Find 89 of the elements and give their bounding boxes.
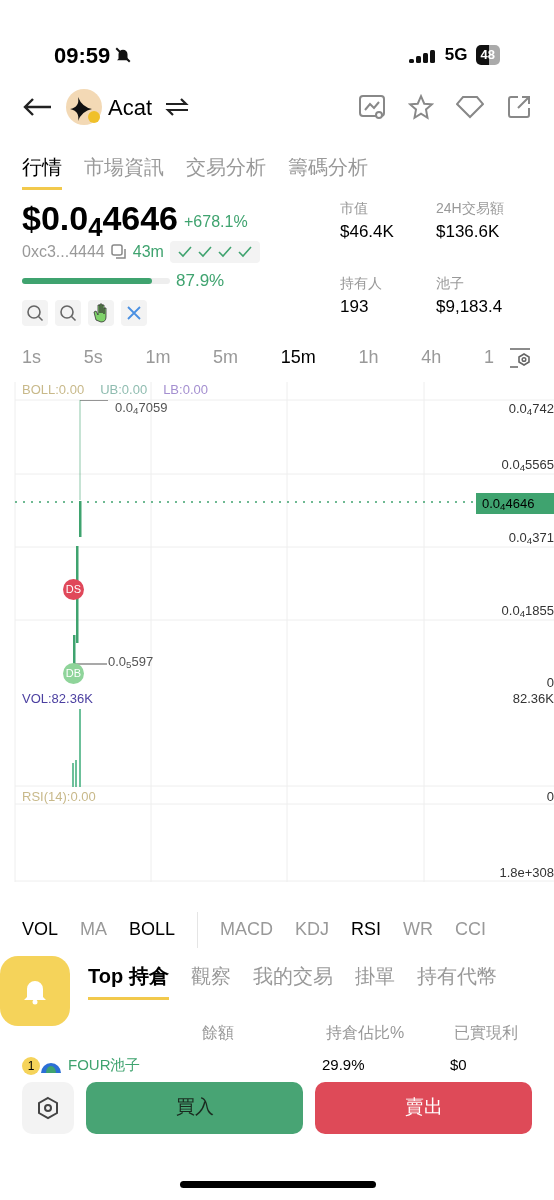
column-header: 餘額 xyxy=(202,1022,235,1043)
settings-icon xyxy=(36,1095,60,1120)
timeframe-tab[interactable]: 15m xyxy=(280,344,316,371)
holder-name: FOUR池子 xyxy=(68,1055,142,1076)
token-avatar-icon xyxy=(66,89,102,125)
volume-axis-label: 82.36K xyxy=(512,689,554,708)
stat-label: 市值 xyxy=(340,199,369,218)
indicator-tab[interactable]: MACD xyxy=(220,916,274,943)
rsi-axis-label: 1.8e+308 xyxy=(499,863,554,882)
column-header: 持倉佔比% xyxy=(326,1022,406,1043)
trade-marker: DB xyxy=(63,662,84,684)
indicator-tab[interactable]: MA xyxy=(80,916,108,943)
section-tab[interactable]: 行情 xyxy=(22,146,62,190)
stat-value: 193 xyxy=(340,295,370,318)
current-price-tag: 0.0$_{4}$4646 xyxy=(476,492,554,514)
diamond-icon[interactable] xyxy=(456,95,484,119)
section-tab[interactable]: 籌碼分析 xyxy=(288,146,368,190)
sell-button[interactable]: 賣出 xyxy=(315,1081,532,1134)
check-icon xyxy=(197,246,212,258)
check-icon xyxy=(217,246,232,258)
timeframe-tab[interactable]: 4h xyxy=(421,344,442,371)
indicator-tab[interactable]: VOL xyxy=(22,916,59,943)
search-icon[interactable] xyxy=(22,299,48,326)
network-type: 5G xyxy=(444,44,468,67)
contract-address: 0xc3...4444 xyxy=(22,242,105,262)
section-tab[interactable]: 市場資訊 xyxy=(84,146,164,190)
x-logo-icon[interactable] xyxy=(121,299,147,326)
holder-share: 29.9% xyxy=(322,1055,366,1076)
rsi-axis-label: 0 xyxy=(546,787,554,806)
column-header: 已實現利 xyxy=(454,1022,518,1043)
price-axis-label: 0.0$_{4}$1855 xyxy=(501,601,554,620)
timeframe-tab[interactable]: 1h xyxy=(358,344,379,371)
hand-icon[interactable] xyxy=(88,299,114,326)
volume-label: VOL:82.36K xyxy=(22,689,93,708)
token-age: 43m xyxy=(132,242,164,262)
timeframe-tab[interactable]: 1 xyxy=(483,344,494,371)
holdings-tab[interactable]: Top 持倉 xyxy=(88,955,169,1000)
check-icon xyxy=(237,246,252,258)
indicator-tab[interactable]: RSI xyxy=(351,916,382,943)
check-icon xyxy=(177,246,192,258)
settings-button[interactable] xyxy=(22,1081,74,1134)
progress-reading: 87.9% xyxy=(176,270,225,292)
stat-value: $9,183.4 xyxy=(436,295,504,318)
stat-value: $136.6K xyxy=(436,221,501,243)
stat-label: 持有人 xyxy=(340,273,383,293)
timeframe-tab[interactable]: 1m xyxy=(145,344,171,371)
clock-time: 09:59 xyxy=(54,41,111,70)
holdings-tab[interactable]: 我的交易 xyxy=(252,955,333,1000)
copy-icon[interactable] xyxy=(110,244,127,260)
price-axis-label: 0.0$_{4}$371 xyxy=(508,528,554,547)
buy-button[interactable]: 買入 xyxy=(86,1081,303,1134)
low-price-label: 0.0$_{5}$597 xyxy=(108,652,154,671)
holder-profit: $0 xyxy=(450,1055,467,1076)
price-axis-label: 0 xyxy=(546,673,554,692)
stat-value: $46.4K xyxy=(340,221,395,243)
holdings-tab[interactable]: 持有代幣 xyxy=(416,955,497,1000)
swap-icon[interactable] xyxy=(164,97,191,117)
search-icon[interactable] xyxy=(55,299,81,326)
indicator-legend: UB:0.00 xyxy=(100,379,148,399)
chart-settings-icon[interactable] xyxy=(508,345,532,370)
chart-watch-icon[interactable] xyxy=(358,93,386,121)
price-axis-label: 0.0$_{4}$5565 xyxy=(501,455,554,474)
price-change: +678.1% xyxy=(184,212,248,232)
star-icon[interactable] xyxy=(408,94,434,120)
indicator-tab[interactable]: WR xyxy=(403,916,434,943)
indicator-tab[interactable]: CCI xyxy=(455,916,487,943)
rsi-label: RSI(14):0.00 xyxy=(22,787,96,806)
stat-label: 24H交易額 xyxy=(436,199,505,218)
indicator-legend: LB:0.00 xyxy=(163,379,208,399)
muted-bell-icon xyxy=(114,46,133,64)
holdings-tab[interactable]: 掛單 xyxy=(354,955,395,1000)
holdings-tab[interactable]: 觀察 xyxy=(190,955,231,1000)
price-axis-label: 0.0$_{4}$742 xyxy=(508,399,554,418)
indicator-tab[interactable]: BOLL xyxy=(129,916,176,943)
timeframe-tab[interactable]: 1s xyxy=(22,344,41,371)
back-arrow-icon[interactable] xyxy=(22,97,52,117)
token-name: Acat xyxy=(108,93,153,122)
trade-marker: DS xyxy=(63,578,84,600)
timeframe-tab[interactable]: 5s xyxy=(83,344,103,371)
indicator-tab[interactable]: KDJ xyxy=(295,916,330,943)
share-icon[interactable] xyxy=(506,94,532,120)
rank-badge: 1 xyxy=(22,1056,40,1075)
high-price-label: 0.0$_{4}$7059 xyxy=(115,398,168,417)
timeframe-tab[interactable]: 5m xyxy=(213,344,239,371)
stat-label: 池子 xyxy=(436,273,465,293)
section-tab[interactable]: 交易分析 xyxy=(186,146,266,190)
indicator-legend: BOLL:0.00 xyxy=(22,379,85,399)
token-price: $0.0$_{4}$4646 xyxy=(22,198,178,238)
signal-icon xyxy=(408,47,437,63)
